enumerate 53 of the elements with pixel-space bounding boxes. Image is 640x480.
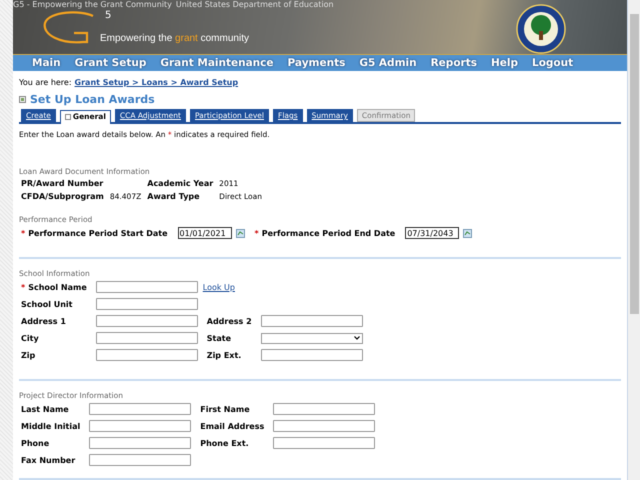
text-field[interactable] [89,420,192,432]
field-label: CFDA/Subprogram [21,192,104,201]
tab-icon [64,114,71,120]
field-label: City [21,334,40,342]
calendar-icon[interactable] [463,228,472,238]
text-field[interactable] [96,315,198,327]
seal-drawing [516,4,566,54]
chevron-down-icon [354,336,360,340]
text-field[interactable] [89,437,192,449]
field-label: Address 1 [21,316,67,326]
date-field[interactable]: 01/01/2021 [178,227,232,239]
text-field[interactable] [96,281,198,293]
field-label: School Unit [21,300,74,308]
logo-number: 5 [105,10,112,21]
field-label: First Name [200,404,251,414]
field-label: Award Type [147,192,201,201]
breadcrumb-label: You are here: [19,78,72,87]
field-label: * Performance Period End Date [254,228,396,238]
text-field[interactable] [89,403,192,415]
breadcrumb-link[interactable]: Grant Setup > Loans > Award Setup [74,78,238,87]
field-label: Address 2 [206,316,252,326]
field-label: Middle Initial [21,422,80,430]
field-label: Zip Ext. [206,350,242,360]
broken-image-alt-text: G5 - Empowering the Grant Community [13,0,172,9]
field-label: Phone Ext. [200,438,250,448]
field-label: Academic Year [147,179,214,188]
look-up-link[interactable]: Look Up [198,282,235,292]
text-field[interactable] [96,349,198,361]
date-field[interactable]: 07/31/2043 [405,227,460,239]
field-label: Phone [21,438,50,448]
text-field[interactable] [260,315,363,327]
field-label: Fax Number [21,456,76,464]
banner-tagline: Empowering the grant community [100,33,249,44]
field-label: Email Address [200,422,264,430]
page-title: Set Up Loan Awards [30,93,155,106]
field-label: * Performance Period Start Date [21,228,168,238]
text-field[interactable] [273,403,376,415]
text-field[interactable] [273,437,376,449]
page-icon [19,96,26,103]
scrollbar[interactable] [628,0,640,480]
state-dropdown[interactable] [260,332,363,344]
text-field[interactable] [260,349,363,361]
field-label: PR/Award Number [21,179,104,188]
field-label: Last Name [21,404,70,414]
calendar-icon[interactable] [236,228,245,238]
broken-image-alt-text: United States Department of Education [176,0,334,9]
field-label: * School Name [21,282,87,292]
field-label: Zip [21,350,36,360]
text-field[interactable] [273,420,376,432]
text-field[interactable] [96,332,198,344]
field-label: State [206,334,232,342]
text-field[interactable] [89,454,192,466]
text-field[interactable] [96,298,198,310]
